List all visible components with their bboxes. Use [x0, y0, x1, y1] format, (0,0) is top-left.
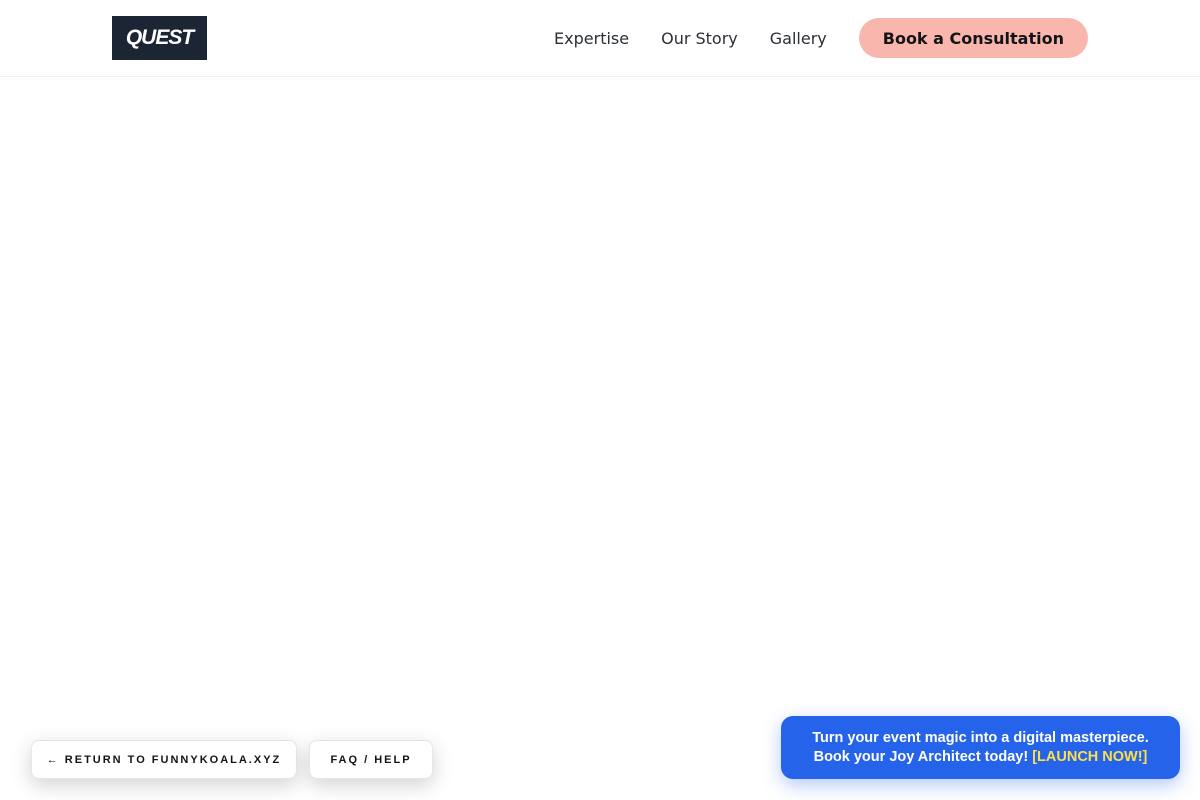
main-content — [0, 77, 1200, 800]
nav-link-expertise[interactable]: Expertise — [554, 29, 629, 48]
site-header: QUEST Expertise Our Story Gallery Book a… — [0, 0, 1200, 77]
nav-link-our-story[interactable]: Our Story — [661, 29, 738, 48]
promo-banner[interactable]: Turn your event magic into a digital mas… — [781, 716, 1180, 779]
promo-line-2-wrap: Book your Joy Architect today! [LAUNCH N… — [781, 748, 1180, 767]
promo-launch-link[interactable]: [LAUNCH NOW!] — [1032, 749, 1147, 765]
return-to-site-button[interactable]: ← RETURN TO FUNNYKOALA.XYZ — [31, 740, 297, 779]
nav-link-gallery[interactable]: Gallery — [770, 29, 827, 48]
faq-help-button[interactable]: FAQ / HELP — [309, 740, 433, 779]
logo-text: QUEST — [125, 26, 194, 49]
book-consultation-button[interactable]: Book a Consultation — [858, 18, 1088, 58]
promo-line-2: Book your Joy Architect today! — [813, 748, 1033, 765]
promo-line-1: Turn your event magic into a digital mas… — [812, 729, 1149, 746]
logo[interactable]: QUEST — [112, 16, 207, 60]
main-nav: Expertise Our Story Gallery Book a Consu… — [554, 18, 1088, 58]
